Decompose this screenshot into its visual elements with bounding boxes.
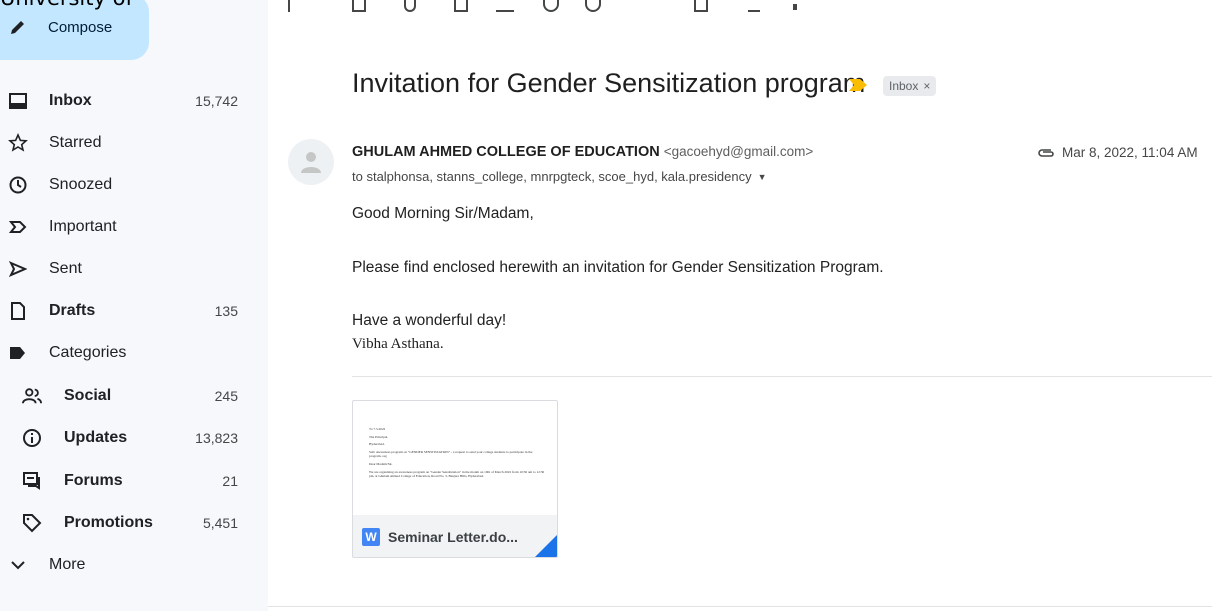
sidebar-item-count: 5,451 bbox=[202, 515, 238, 531]
sidebar-item-label: Inbox bbox=[49, 92, 92, 109]
sidebar-item-label: Important bbox=[49, 218, 117, 235]
email-closing: Have a wonderful day! bbox=[352, 312, 507, 329]
sidebar-item-forums[interactable]: Forums 21 bbox=[0, 465, 252, 497]
email-greeting: Good Morning Sir/Madam, bbox=[352, 205, 534, 222]
sidebar-item-important[interactable]: Important bbox=[0, 211, 252, 243]
attachment-card[interactable]: To 7.3.2022 The Principal, Hyderabad. Su… bbox=[352, 400, 558, 558]
recipients-text: to stalphonsa, stanns_college, mnrpgteck… bbox=[352, 169, 752, 184]
caret-down-icon[interactable]: ▼ bbox=[758, 172, 767, 182]
importance-marker-icon[interactable] bbox=[849, 79, 867, 91]
info-icon bbox=[22, 428, 42, 448]
recipients[interactable]: to stalphonsa, stanns_college, mnrpgteck… bbox=[352, 169, 767, 184]
archive-icon[interactable] bbox=[352, 0, 366, 12]
sidebar-item-label: Drafts bbox=[49, 302, 96, 319]
sidebar-item-count: 135 bbox=[214, 303, 238, 319]
sidebar-item-label: Forums bbox=[64, 472, 123, 489]
clock-icon bbox=[8, 175, 28, 195]
sidebar-item-social[interactable]: Social 245 bbox=[0, 380, 252, 412]
sidebar-item-label: Updates bbox=[64, 429, 128, 446]
chevron-down-icon bbox=[8, 555, 28, 575]
sidebar-item-label: Promotions bbox=[64, 514, 153, 531]
sidebar-item-label: Starred bbox=[49, 134, 102, 151]
move-to-icon[interactable] bbox=[694, 0, 708, 12]
preview-line: Dear Madam/Sir, bbox=[369, 461, 393, 466]
sidebar-item-sent[interactable]: Sent bbox=[0, 253, 252, 285]
sidebar-item-categories[interactable]: Categories bbox=[0, 337, 252, 369]
sidebar-item-updates[interactable]: Updates 13,823 bbox=[0, 422, 252, 454]
email-signature: Vibha Asthana. bbox=[352, 336, 444, 352]
attachment-footer: W Seminar Letter.do... bbox=[353, 515, 557, 557]
delete-icon[interactable] bbox=[454, 0, 468, 12]
sidebar-item-count: 245 bbox=[214, 388, 238, 404]
star-icon bbox=[8, 133, 28, 153]
sender-line[interactable]: GHULAM AHMED COLLEGE OF EDUCATION <gacoe… bbox=[352, 144, 813, 160]
sidebar-item-inbox[interactable]: Inbox 15,742 bbox=[0, 85, 252, 117]
page-fold-icon bbox=[535, 535, 557, 557]
send-icon bbox=[8, 259, 28, 279]
sidebar-item-label: Snoozed bbox=[49, 176, 113, 193]
attachment-filename: Seminar Letter.do... bbox=[388, 529, 518, 545]
inbox-label-chip[interactable]: Inbox × bbox=[883, 76, 937, 96]
label-chip-text: Inbox bbox=[889, 79, 919, 93]
sidebar-item-label: Sent bbox=[49, 260, 82, 277]
label-icon bbox=[8, 343, 28, 363]
divider bbox=[352, 376, 1212, 377]
sidebar-item-label: More bbox=[49, 556, 86, 573]
sidebar-item-count: 15,742 bbox=[195, 93, 238, 109]
sidebar-item-count: 21 bbox=[222, 473, 238, 489]
date-text: Mar 8, 2022, 11:04 AM bbox=[1062, 145, 1198, 160]
sidebar-item-label: Categories bbox=[49, 344, 127, 361]
overlay-caption: University of bbox=[0, 0, 133, 10]
divider bbox=[268, 606, 1212, 607]
sender-email: <gacoehyd@gmail.com> bbox=[663, 144, 814, 159]
sidebar-item-more[interactable]: More bbox=[0, 549, 252, 581]
sidebar-item-snoozed[interactable]: Snoozed bbox=[0, 169, 252, 201]
preview-line: To 7.3.2022 bbox=[369, 427, 386, 431]
back-icon[interactable] bbox=[288, 0, 294, 12]
compose-label: Compose bbox=[48, 18, 113, 36]
sidebar-item-count: 13,823 bbox=[195, 430, 238, 446]
important-icon bbox=[8, 217, 28, 237]
labels-icon[interactable] bbox=[748, 0, 760, 12]
paperclip-icon bbox=[1038, 148, 1054, 157]
email-subject: Invitation for Gender Sensitization prog… bbox=[352, 68, 866, 98]
add-task-icon[interactable] bbox=[585, 0, 601, 12]
forum-icon bbox=[22, 471, 42, 491]
preview-line: The Principal, bbox=[369, 434, 389, 439]
sidebar-item-promotions[interactable]: Promotions 5,451 bbox=[0, 507, 252, 539]
attachment-preview: To 7.3.2022 The Principal, Hyderabad. Su… bbox=[353, 401, 557, 515]
person-icon bbox=[301, 152, 321, 173]
draft-icon bbox=[8, 301, 28, 321]
sidebar-item-label: Social bbox=[64, 387, 112, 404]
sidebar: Compose Inbox 15,742 Starred Snoozed Imp… bbox=[0, 0, 268, 611]
preview-line: We are organizing an awareness program o… bbox=[369, 469, 545, 479]
remove-label-icon[interactable]: × bbox=[923, 79, 930, 93]
report-spam-icon[interactable] bbox=[404, 0, 416, 12]
sidebar-item-drafts[interactable]: Drafts 135 bbox=[0, 295, 252, 327]
pencil-icon bbox=[11, 21, 24, 34]
tag-icon bbox=[22, 513, 42, 533]
mark-unread-icon[interactable] bbox=[496, 0, 514, 12]
people-icon bbox=[22, 386, 42, 406]
snooze-icon[interactable] bbox=[543, 0, 559, 12]
email-body: Please find enclosed herewith an invitat… bbox=[352, 259, 884, 276]
word-doc-icon: W bbox=[362, 528, 380, 546]
more-options-icon[interactable] bbox=[793, 4, 797, 10]
inbox-icon bbox=[8, 91, 28, 111]
email-date: Mar 8, 2022, 11:04 AM bbox=[1037, 145, 1198, 160]
avatar[interactable] bbox=[288, 139, 334, 185]
sidebar-item-starred[interactable]: Starred bbox=[0, 127, 252, 159]
sender-name: GHULAM AHMED COLLEGE OF EDUCATION bbox=[352, 144, 660, 160]
preview-line: Hyderabad. bbox=[369, 442, 385, 447]
preview-line: Sub: Awareness program on "GENDER SENSIT… bbox=[369, 449, 533, 459]
